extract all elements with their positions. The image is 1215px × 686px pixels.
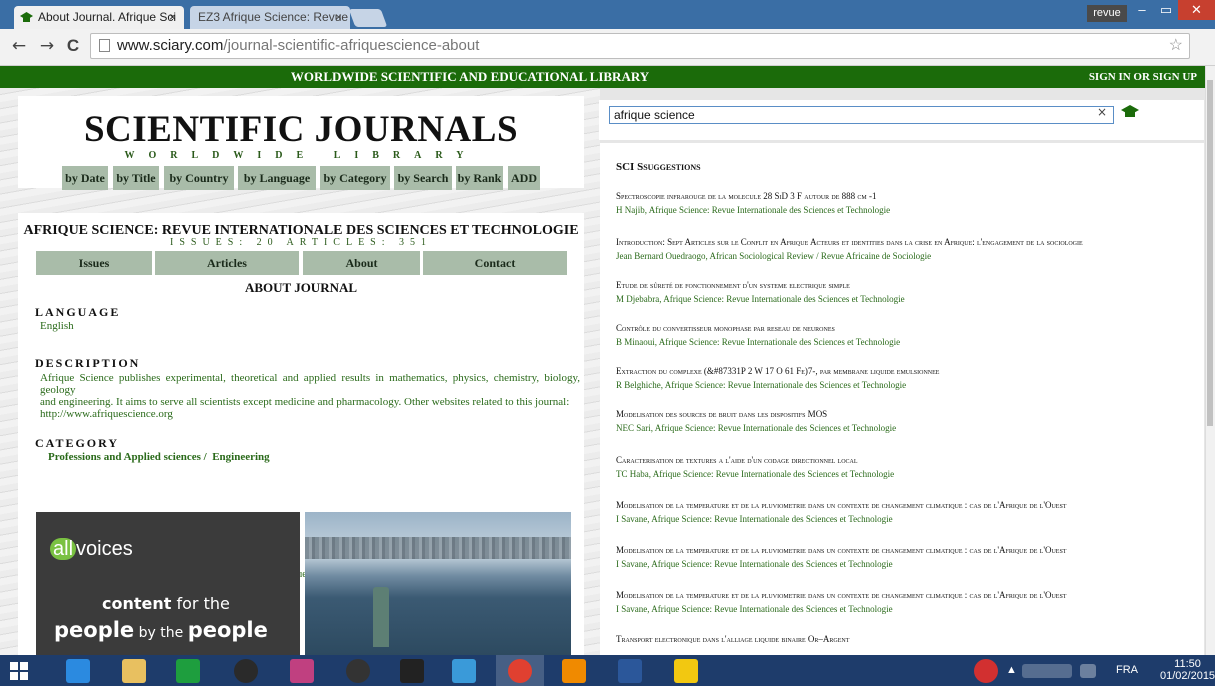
by-country-button[interactable]: by Country	[164, 166, 234, 190]
new-tab-button[interactable]	[348, 9, 388, 27]
allvoices-logo: all voices	[50, 538, 133, 561]
tray-arrow-icon[interactable]: ▲	[1006, 664, 1017, 676]
add-button[interactable]: ADD	[508, 166, 540, 190]
site-banner: WORLDWIDE SCIENTIFIC AND EDUCATIONAL LIB…	[0, 66, 1205, 88]
category-links: Professions and Applied sciences / Engin…	[48, 451, 270, 463]
description-heading: DESCRIPTION	[35, 356, 141, 370]
browser-toolbar: ← → C www.sciary.com/journal-scientific-…	[0, 29, 1215, 82]
suggestion-item[interactable]: Modelisation des sources de bruit dans l…	[616, 409, 1201, 433]
skyline-shape	[305, 537, 571, 559]
by-language-button[interactable]: by Language	[238, 166, 316, 190]
journal-issues-count: ISSUES: 20 ARTICLES: 351	[169, 237, 433, 248]
language-value: English	[40, 320, 74, 332]
back-button[interactable]: ←	[8, 35, 30, 57]
page-scrollbar-thumb[interactable]	[1207, 80, 1213, 426]
articles-button[interactable]: Articles	[155, 251, 299, 275]
volume-icon[interactable]	[1080, 664, 1096, 678]
ad-tagline-2: people by the people	[54, 618, 268, 642]
category-link-engineering[interactable]: Engineering	[212, 451, 269, 463]
search-input[interactable]: afrique science	[609, 106, 1114, 124]
clear-search-icon[interactable]: ×	[1097, 105, 1107, 119]
suggestions-heading: SCI Ssuggestions	[616, 161, 701, 173]
description-text: Afrique Science publishes experimental, …	[40, 372, 580, 420]
suggestion-item[interactable]: Etude de sûreté de fonctionnement d'un s…	[616, 280, 1201, 304]
suggestion-item[interactable]: Extraction du complexe (&#87331P 2 W 17 …	[616, 366, 1201, 390]
vlc-icon[interactable]	[562, 659, 586, 683]
banner-title: WORLDWIDE SCIENTIFIC AND EDUCATIONAL LIB…	[290, 69, 650, 84]
url-host: www.sciary.com	[117, 37, 224, 54]
file-explorer-icon[interactable]	[122, 659, 146, 683]
maximize-button[interactable]: ▭	[1154, 0, 1178, 20]
site-logo-title: SCIENTIFIC JOURNALS	[83, 109, 519, 150]
photos-app-icon[interactable]	[290, 659, 314, 683]
category-heading: CATEGORY	[35, 436, 120, 450]
media-player-icon[interactable]	[234, 659, 258, 683]
by-category-button[interactable]: by Category	[320, 166, 390, 190]
statue-of-liberty-shape	[373, 587, 389, 647]
minimize-button[interactable]: –	[1130, 0, 1154, 20]
alert-icon[interactable]	[974, 659, 998, 683]
forward-button[interactable]: →	[36, 35, 58, 57]
language-indicator[interactable]: FRA	[1116, 664, 1138, 676]
by-rank-button[interactable]: by Rank	[456, 166, 503, 190]
suggestion-item[interactable]: Caracterisation de textures a l'aide d'u…	[616, 455, 1201, 479]
nyc-skyline-ad-image[interactable]	[305, 512, 571, 655]
by-date-button[interactable]: by Date	[62, 166, 108, 190]
mtn-icon[interactable]	[674, 659, 698, 683]
suggestions-panel: SCI Ssuggestions Spectroscopie infraroug…	[600, 143, 1204, 655]
contact-button[interactable]: Contact	[423, 251, 567, 275]
tray-status-icons[interactable]	[1022, 664, 1072, 678]
tab-label: EZ3 Afrique Science: Revue Int	[198, 10, 350, 24]
tab-label: About Journal. Afrique Sci	[38, 10, 177, 24]
bookmark-star-icon[interactable]: ☆	[1169, 34, 1183, 58]
graduation-cap-search-icon[interactable]	[1121, 104, 1139, 120]
profile-badge[interactable]: revue	[1087, 5, 1127, 22]
chrome-icon[interactable]	[508, 659, 532, 683]
by-search-button[interactable]: by Search	[394, 166, 452, 190]
close-window-button[interactable]: ✕	[1178, 0, 1215, 20]
page-icon	[99, 39, 110, 52]
suggestion-item[interactable]: Introduction: Sept Articles sur le Confl…	[616, 237, 1201, 261]
logo-box: SCIENTIFIC JOURNALS WORLDWIDE LIBRARY by…	[18, 96, 584, 190]
windows-taskbar: ▲ FRA 11:50 01/02/2015	[0, 655, 1215, 686]
hp-icon[interactable]	[346, 659, 370, 683]
issues-button[interactable]: Issues	[36, 251, 152, 275]
about-journal-heading: ABOUT JOURNAL	[244, 280, 358, 295]
internet-explorer-icon[interactable]	[66, 659, 90, 683]
search-bar-area: afrique science ×	[599, 100, 1204, 140]
word-icon[interactable]	[618, 659, 642, 683]
windows-start-icon[interactable]	[10, 662, 28, 680]
tab-close-icon[interactable]: ×	[169, 6, 176, 29]
address-bar[interactable]: www.sciary.com/journal-scientific-afriqu…	[90, 33, 1190, 59]
suggestion-item[interactable]: Spectroscopie infrarouge de la molecule …	[616, 191, 1201, 215]
amazon-icon[interactable]	[400, 659, 424, 683]
suggestion-item[interactable]: Modelisation de la temperature et de la …	[616, 545, 1201, 569]
category-link-professions[interactable]: Professions and Applied sciences /	[48, 451, 207, 463]
allvoices-ad[interactable]: all voices content for the people by the …	[36, 512, 300, 655]
site-logo-subtitle: WORLDWIDE LIBRARY	[124, 150, 478, 161]
suggestion-item[interactable]: Modelisation de la temperature et de la …	[616, 590, 1201, 614]
sign-in-link[interactable]: SIGN IN OR SIGN UP	[1089, 71, 1197, 83]
suggestion-item[interactable]: Transport electronique dans l'alliage li…	[616, 634, 1201, 648]
tab-close-icon[interactable]: ×	[335, 6, 342, 29]
clock[interactable]: 11:50 01/02/2015	[1160, 658, 1215, 682]
about-button[interactable]: About	[303, 251, 420, 275]
tab-about-journal[interactable]: About Journal. Afrique Sci ×	[14, 6, 184, 29]
graduation-cap-icon	[20, 12, 33, 22]
ad-tagline-1: content for the	[102, 594, 230, 613]
suggestion-item[interactable]: Contrôle du convertisseur monophase par …	[616, 323, 1201, 347]
language-heading: LANGUAGE	[35, 305, 121, 319]
suggestion-item[interactable]: Modelisation de la temperature et de la …	[616, 500, 1201, 524]
url-path: /journal-scientific-afriquescience-about	[223, 37, 480, 54]
onedrive-icon[interactable]	[452, 659, 476, 683]
store-icon[interactable]	[176, 659, 200, 683]
reload-button[interactable]: C	[62, 35, 84, 57]
tab-afrique-science[interactable]: EZ3 Afrique Science: Revue Int ×	[190, 6, 350, 29]
browser-titlebar: About Journal. Afrique Sci × EZ3 Afrique…	[0, 0, 1215, 29]
by-title-button[interactable]: by Title	[113, 166, 159, 190]
